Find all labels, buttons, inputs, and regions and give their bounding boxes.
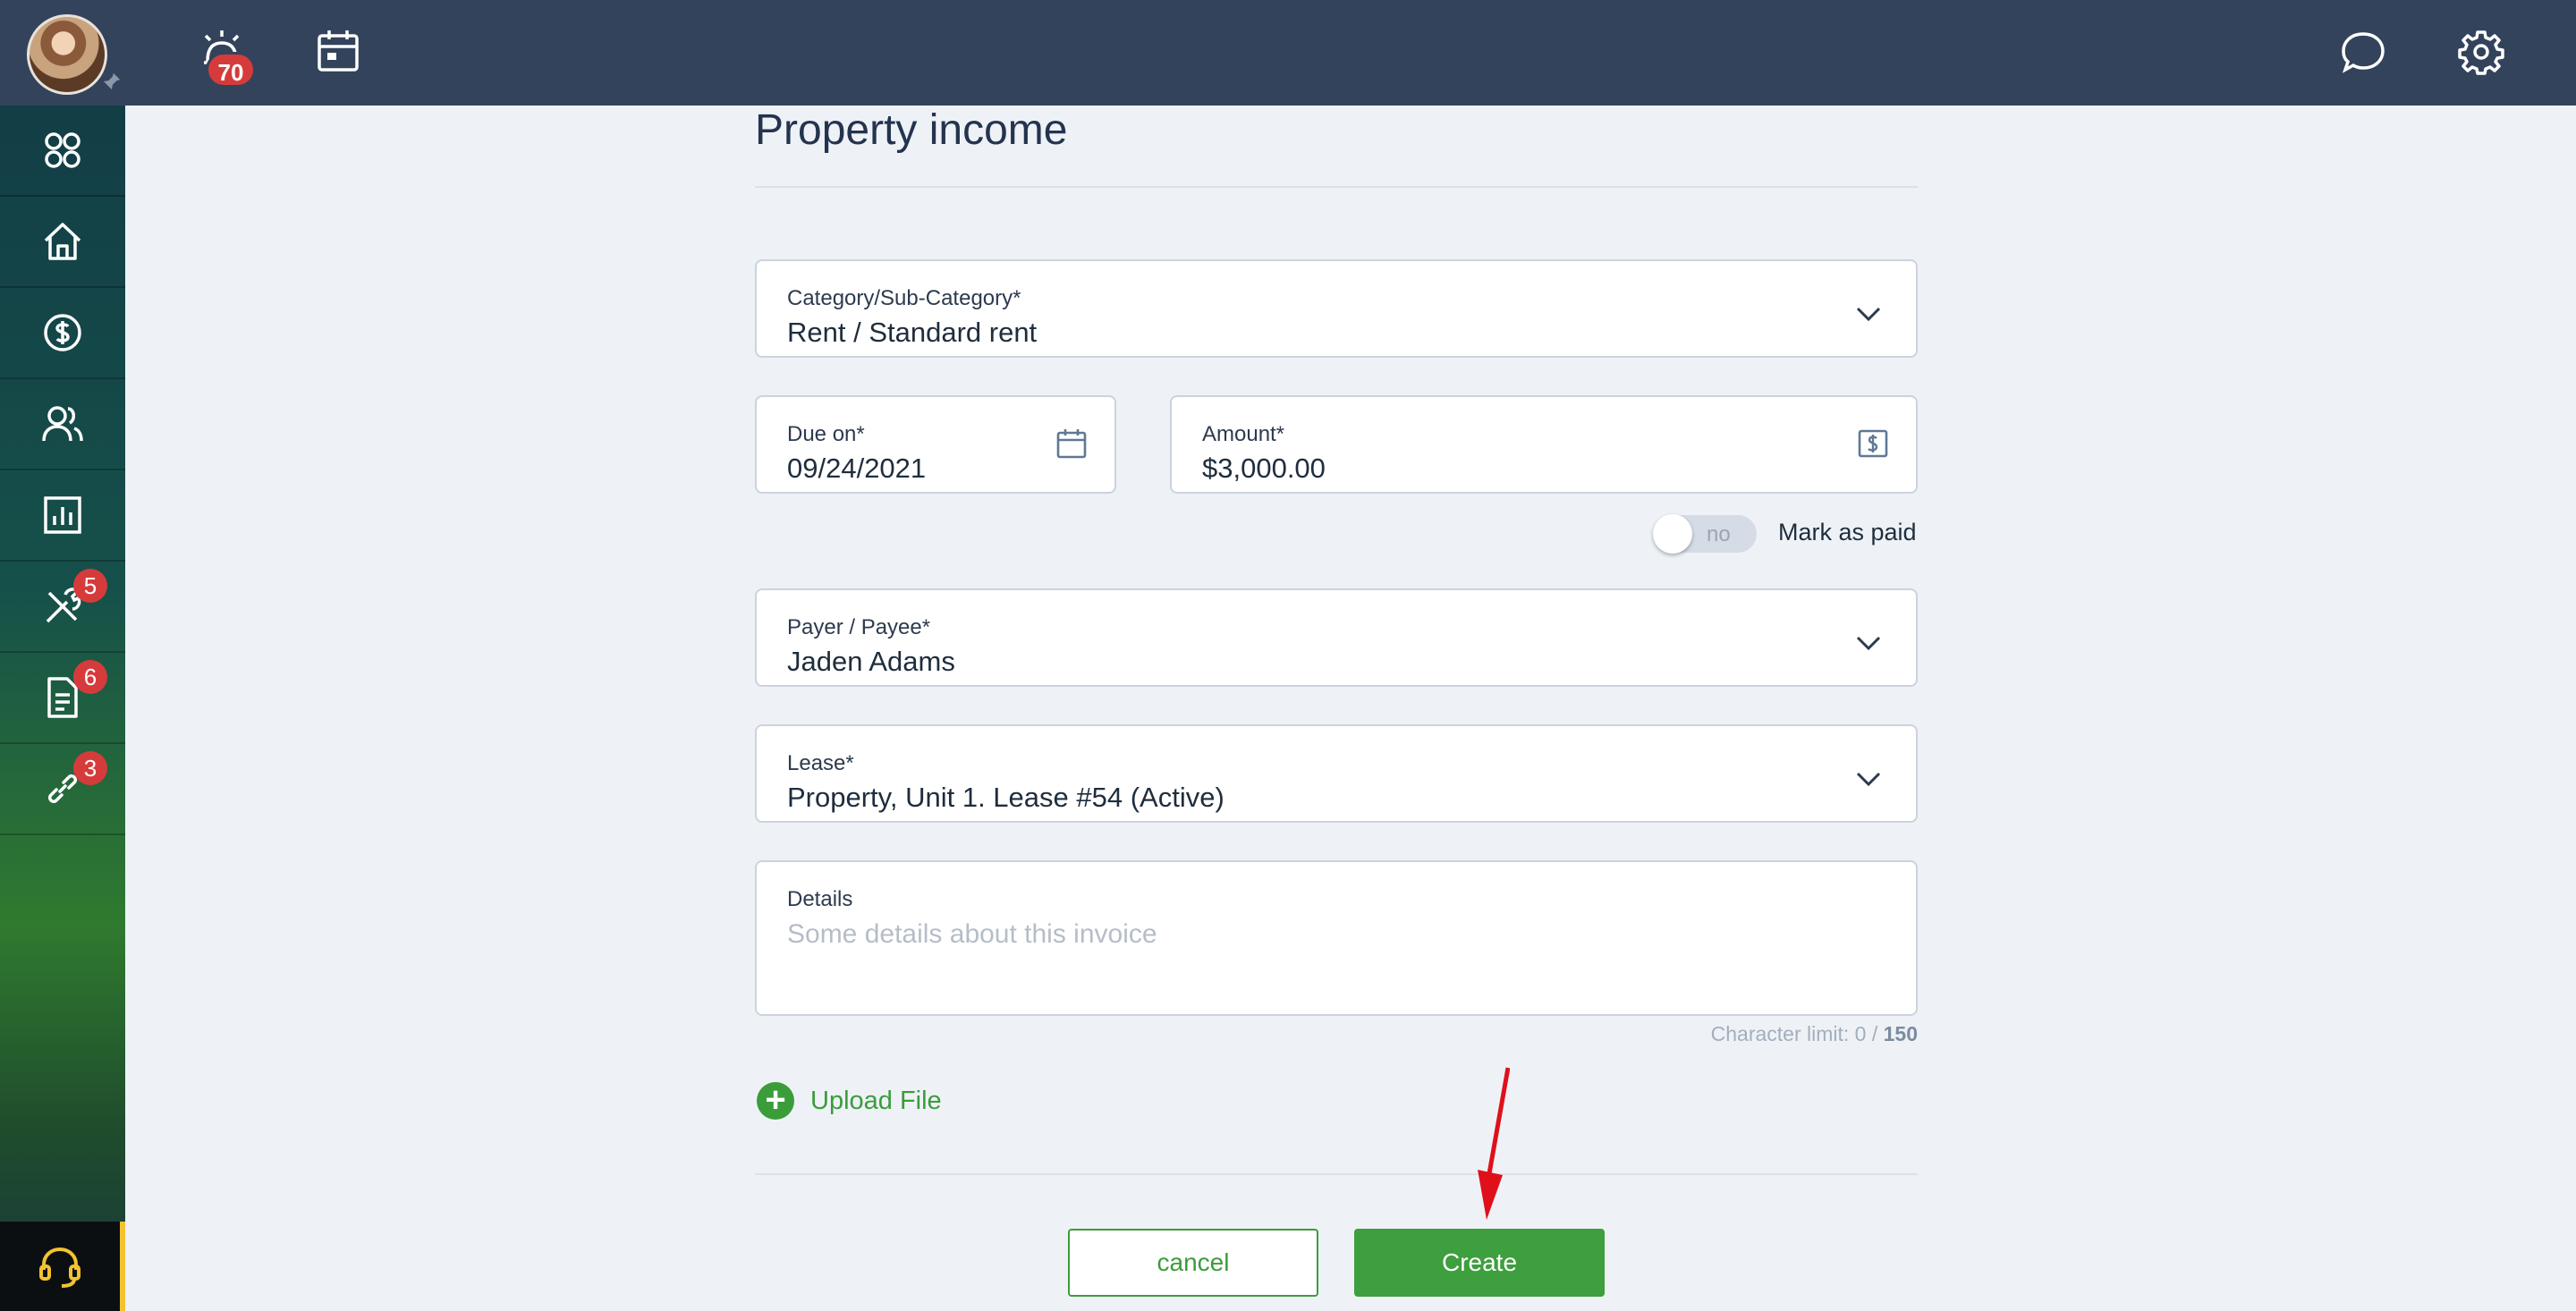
- due-date-label: Due on*: [787, 422, 865, 446]
- due-date-value: 09/24/2021: [787, 453, 927, 484]
- page-title: Property income: [755, 106, 1068, 154]
- payer-select[interactable]: Payer / Payee* Jaden Adams: [755, 588, 1918, 687]
- upload-file-label: Upload File: [810, 1086, 942, 1115]
- sidebar-item-maintenance[interactable]: 5: [0, 562, 125, 653]
- calendar-icon[interactable]: [1054, 426, 1089, 461]
- toggle-state-text: no: [1707, 522, 1731, 546]
- home-icon: [44, 223, 81, 260]
- details-placeholder: Some details about this invoice: [787, 919, 1157, 949]
- sidebar: 5 6 3: [0, 106, 125, 1311]
- dollar-bill-icon: [1858, 429, 1888, 458]
- chevron-down-icon: [1856, 636, 1881, 651]
- footer-divider: [755, 1173, 1918, 1175]
- lease-select[interactable]: Lease* Property, Unit 1. Lease #54 (Acti…: [755, 724, 1918, 823]
- pin-icon: [103, 72, 121, 90]
- sidebar-item-links[interactable]: 3: [0, 744, 125, 835]
- user-avatar[interactable]: [27, 14, 107, 95]
- cancel-button[interactable]: cancel: [1068, 1229, 1318, 1297]
- category-value: Rent / Standard rent: [787, 317, 1038, 348]
- sidebar-item-people[interactable]: [0, 379, 125, 470]
- support-button[interactable]: [0, 1222, 125, 1311]
- chart-icon: [44, 496, 81, 534]
- mark-paid-toggle[interactable]: no: [1653, 514, 1757, 554]
- lease-label: Lease*: [787, 751, 854, 775]
- title-divider: [755, 186, 1918, 188]
- calendar-icon[interactable]: [311, 25, 365, 79]
- notification-badge: 70: [206, 52, 256, 88]
- upload-file-button[interactable]: + Upload File: [757, 1082, 942, 1120]
- annotation-arrow: [1478, 1067, 1510, 1220]
- create-button[interactable]: Create: [1354, 1229, 1605, 1297]
- amount-value: $3,000.00: [1202, 453, 1326, 484]
- people-icon: [42, 406, 83, 442]
- details-label: Details: [787, 887, 853, 911]
- due-date-field[interactable]: Due on* 09/24/2021: [755, 395, 1116, 494]
- chat-icon[interactable]: [2336, 25, 2390, 79]
- mark-paid-label: Mark as paid: [1778, 519, 1917, 546]
- sidebar-item-accounting[interactable]: [0, 288, 125, 379]
- chevron-down-icon: [1856, 772, 1881, 787]
- top-bar: 70: [0, 0, 2576, 106]
- dollar-icon: [44, 314, 81, 351]
- category-label: Category/Sub-Category*: [787, 286, 1021, 310]
- category-select[interactable]: Category/Sub-Category* Rent / Standard r…: [755, 259, 1918, 358]
- gear-icon[interactable]: [2454, 25, 2508, 79]
- payer-value: Jaden Adams: [787, 646, 955, 677]
- sidebar-item-dashboard[interactable]: [0, 106, 125, 197]
- plus-icon: +: [757, 1082, 794, 1120]
- grid-icon: [45, 132, 80, 168]
- sidebar-item-home[interactable]: [0, 197, 125, 288]
- character-limit: Character limit: 0 / 150: [1710, 1022, 1918, 1045]
- headset-icon: [39, 1247, 80, 1288]
- amount-label: Amount*: [1202, 422, 1285, 446]
- links-badge: 3: [73, 751, 107, 785]
- payer-label: Payer / Payee*: [787, 615, 931, 639]
- chevron-down-icon: [1856, 307, 1881, 322]
- toggle-knob: [1653, 514, 1692, 554]
- documents-badge: 6: [73, 660, 107, 694]
- sidebar-item-documents[interactable]: 6: [0, 653, 125, 744]
- sidebar-item-reports[interactable]: [0, 470, 125, 562]
- amount-field[interactable]: Amount* $3,000.00: [1170, 395, 1918, 494]
- maintenance-badge: 5: [73, 569, 107, 603]
- lease-value: Property, Unit 1. Lease #54 (Active): [787, 782, 1224, 813]
- details-textarea[interactable]: Details Some details about this invoice: [755, 860, 1918, 1016]
